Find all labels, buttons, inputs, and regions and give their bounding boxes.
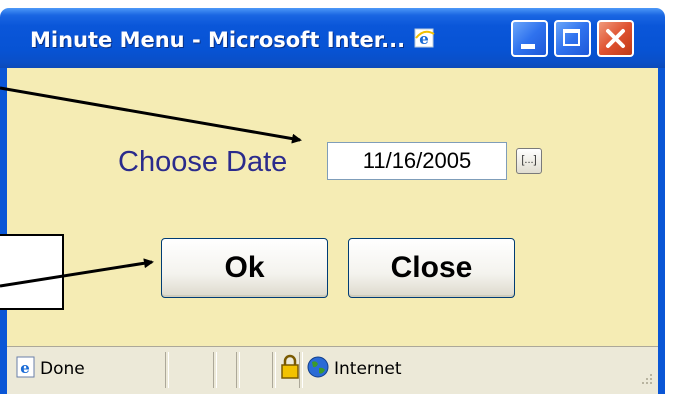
minimize-button[interactable] xyxy=(511,20,548,57)
ok-button[interactable]: Ok xyxy=(161,238,328,298)
globe-icon xyxy=(306,355,330,379)
status-divider xyxy=(236,352,240,388)
ie-page-icon: e xyxy=(14,355,38,379)
close-button[interactable] xyxy=(597,20,634,57)
zone-text: Internet xyxy=(334,359,402,379)
close-dialog-button[interactable]: Close xyxy=(348,238,515,298)
window-title: Minute Menu - Microsoft Inter... xyxy=(30,28,406,52)
date-label: Choose Date xyxy=(118,146,288,178)
status-divider xyxy=(213,352,217,388)
window-border-left xyxy=(0,68,7,394)
date-picker-button[interactable]: [...] xyxy=(516,148,542,174)
window-border-right xyxy=(658,68,665,394)
maximize-icon xyxy=(563,29,580,46)
ok-label: Ok xyxy=(224,251,265,284)
resize-grip-icon[interactable] xyxy=(636,370,654,388)
status-divider xyxy=(165,352,169,388)
date-input[interactable] xyxy=(327,142,507,180)
status-divider xyxy=(272,352,276,388)
close-icon xyxy=(606,29,625,48)
dialog-body xyxy=(7,68,658,346)
maximize-button[interactable] xyxy=(554,20,591,57)
status-text: Done xyxy=(40,359,85,379)
svg-text:e: e xyxy=(20,359,30,377)
date-picker-label: [...] xyxy=(521,154,537,166)
close-label: Close xyxy=(390,251,473,284)
minimize-icon xyxy=(521,44,535,49)
callout-box xyxy=(0,234,64,310)
lock-icon xyxy=(280,354,300,380)
status-bar xyxy=(7,346,658,394)
